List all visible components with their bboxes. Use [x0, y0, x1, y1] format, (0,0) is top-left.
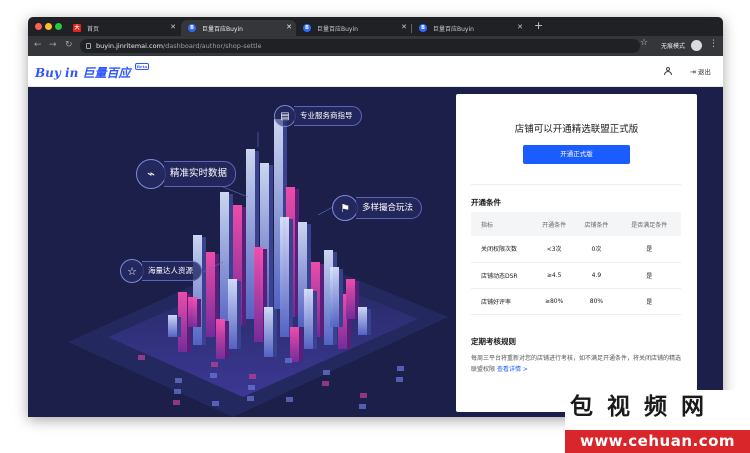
tab-title: 巨量百应Buyin: [202, 25, 243, 33]
column-header: 店铺条件: [575, 212, 618, 236]
open-official-version-button[interactable]: 开通正式版: [523, 145, 630, 164]
rules-text: 每周三平台将重新对您的店铺进行考核，如不满足开通条件，将关闭店铺的精选联盟权限 …: [471, 353, 686, 375]
forward-arrow-icon[interactable]: →: [49, 40, 57, 51]
column-header: 指标: [471, 212, 533, 236]
address-toolbar: ← → ↻ buyin.jinritemai.com/dashboard/aut…: [28, 36, 723, 56]
logout-button[interactable]: ⇥ 退出: [690, 66, 711, 76]
browser-window: 大 首页 ✕ B 巨量百应Buyin ✕ B 巨量百应Buyin ✕ B 巨量百…: [28, 17, 723, 417]
maximize-window-button[interactable]: [55, 23, 62, 30]
buyin-icon: B: [303, 24, 311, 32]
incognito-label: 无痕模式: [661, 43, 686, 50]
buyin-icon: B: [419, 24, 427, 32]
url-host: buyin.jinritemai.com: [96, 42, 163, 50]
table-cell: 80%: [575, 288, 618, 315]
flag-icon: ⚑: [332, 195, 358, 221]
view-details-link[interactable]: 查看详情 >: [497, 366, 528, 373]
column-header: 开通条件: [533, 212, 576, 236]
table-cell: <3次: [533, 236, 576, 263]
conditions-table: 指标 开通条件 店铺条件 是否满足条件 关闭权限次数 <3次 0次 是 店铺动态…: [471, 212, 681, 315]
tab-title: 巨量百应Buyin: [433, 25, 474, 33]
table-row: 店铺好评率 ≥80% 80% 是: [471, 288, 681, 315]
chart-icon: ⌁: [136, 159, 166, 189]
conditions-title: 开通条件: [471, 198, 501, 207]
feature-label: 海量达人资源: [142, 261, 202, 281]
tab-home[interactable]: 大 首页 ✕: [66, 20, 180, 36]
url-field[interactable]: buyin.jinritemai.com/dashboard/author/sh…: [80, 39, 640, 53]
tab-strip: 大 首页 ✕ B 巨量百应Buyin ✕ B 巨量百应Buyin ✕ B 巨量百…: [28, 17, 723, 36]
table-cell: 店铺动态DSR: [471, 262, 533, 289]
tab-buyin-2[interactable]: B 巨量百应Buyin ✕: [296, 20, 411, 36]
lock-icon: [86, 43, 91, 49]
incognito-avatar-icon[interactable]: [691, 40, 702, 51]
logout-icon: ⇥: [690, 68, 696, 76]
hero-banner: ▤ 专业服务商指导 ⌁ 精准实时数据 ⚑ 多样撮合玩法 ☆ 海量达人资源 店铺可…: [28, 87, 723, 417]
back-arrow-icon[interactable]: ←: [34, 40, 42, 51]
logo-text: Buy in 巨量百应: [35, 66, 131, 80]
reload-icon[interactable]: ↻: [65, 40, 73, 51]
table-row: 店铺动态DSR ≥4.5 4.9 是: [471, 262, 681, 289]
document-icon: ▤: [274, 105, 296, 127]
tab-buyin-3[interactable]: B 巨量百应Buyin ✕: [412, 20, 527, 36]
site-watermark: 包 视 频 网 www.cehuan.com: [565, 390, 750, 453]
feature-label: 专业服务商指导: [294, 106, 362, 126]
table-header-row: 指标 开通条件 店铺条件 是否满足条件: [471, 212, 681, 236]
buyin-logo[interactable]: Buy in 巨量百应 Beta: [35, 63, 150, 81]
close-tab-icon[interactable]: ✕: [170, 23, 176, 31]
table-cell: ≥4.5: [533, 262, 576, 289]
app-header: Buy in 巨量百应 Beta ⇥ 退出: [28, 56, 723, 87]
user-icon[interactable]: [664, 67, 672, 75]
watermark-url: www.cehuan.com: [565, 430, 750, 453]
tab-buyin-active[interactable]: B 巨量百应Buyin ✕: [181, 20, 296, 36]
tab-title: 首页: [87, 25, 100, 33]
buyin-icon: B: [188, 24, 196, 32]
card-title: 店铺可以开通精选联盟正式版: [514, 124, 639, 135]
close-window-button[interactable]: [35, 23, 42, 30]
table-cell: 关闭权限次数: [471, 236, 533, 263]
star-icon: ☆: [120, 259, 144, 283]
data-city-illustration: [68, 119, 448, 417]
table-cell: 是: [617, 288, 681, 315]
feature-creator-resources: ☆ 海量达人资源: [120, 259, 202, 283]
shop-eligibility-card: 店铺可以开通精选联盟正式版 开通正式版 开通条件 指标 开通条件 店铺条件 是否…: [456, 94, 697, 412]
table-cell: ≥80%: [533, 288, 576, 315]
feature-label: 多样撮合玩法: [356, 197, 423, 219]
table-cell: 是: [617, 262, 681, 289]
feature-matchmaking: ⚑ 多样撮合玩法: [332, 195, 423, 221]
jd-icon: 大: [73, 24, 81, 32]
feature-label: 精准实时数据: [164, 161, 237, 187]
close-tab-icon[interactable]: ✕: [401, 23, 407, 31]
table-cell: 店铺好评率: [471, 288, 533, 315]
browser-menu-icon[interactable]: ⋮: [709, 39, 718, 49]
logo-badge: Beta: [134, 63, 150, 70]
table-cell: 4.9: [575, 262, 618, 289]
feature-service-guide: ▤ 专业服务商指导: [274, 105, 362, 127]
url-path: /dashboard/author/shop-settle: [162, 42, 262, 50]
bookmark-star-icon[interactable]: ☆: [640, 38, 648, 48]
feature-realtime-data: ⌁ 精准实时数据: [136, 159, 237, 189]
close-tab-icon[interactable]: ✕: [517, 23, 523, 31]
minimize-window-button[interactable]: [45, 23, 52, 30]
close-tab-icon[interactable]: ✕: [286, 23, 292, 31]
table-cell: 0次: [575, 236, 618, 263]
table-cell: 是: [617, 236, 681, 263]
new-tab-button[interactable]: +: [534, 20, 543, 32]
table-row: 关闭权限次数 <3次 0次 是: [471, 236, 681, 263]
watermark-top-text: 包 视 频 网: [570, 394, 708, 419]
logout-label: 退出: [697, 68, 711, 76]
tab-title: 巨量百应Buyin: [317, 25, 358, 33]
column-header: 是否满足条件: [617, 212, 681, 236]
rules-title: 定期考核规则: [471, 337, 516, 346]
divider: [471, 184, 681, 185]
